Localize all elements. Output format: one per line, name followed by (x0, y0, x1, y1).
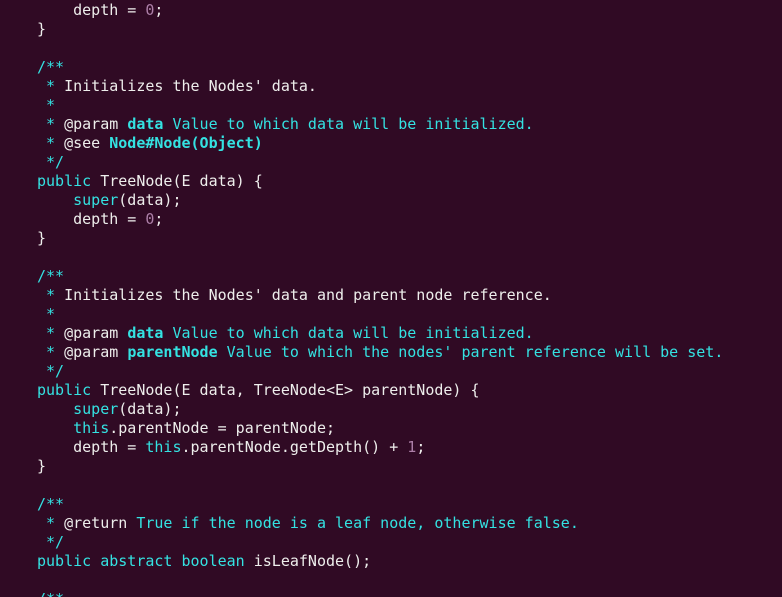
code-token: Node#Node(Object) (109, 134, 263, 152)
code-token: * (37, 77, 65, 95)
code-token: /** (37, 590, 64, 597)
code-line: * @param parentNode Value to which the n… (0, 343, 782, 362)
code-token: @param (64, 324, 119, 342)
code-token: @see (64, 134, 101, 152)
code-token: Value to which data will be initialized. (163, 324, 534, 342)
code-token: * (37, 305, 56, 323)
code-token: data (127, 324, 164, 342)
code-token: * (37, 324, 65, 342)
code-token: ; (416, 438, 426, 456)
code-token: TreeNode(E data, TreeNode<E> parentNode)… (91, 381, 480, 399)
code-editor[interactable]: depth = 0;} /** * Initializes the Nodes' … (0, 0, 782, 597)
code-token: this (73, 419, 110, 437)
code-token: /** (37, 267, 65, 285)
code-line: depth = 0; (0, 210, 782, 229)
code-token: 1 (407, 438, 417, 456)
code-line: public TreeNode(E data, TreeNode<E> pare… (0, 381, 782, 400)
code-token: public (37, 552, 92, 570)
code-token: * (37, 343, 65, 361)
code-token: TreeNode(E data) { (91, 172, 263, 190)
code-token: /** (37, 58, 65, 76)
code-token: * (37, 286, 65, 304)
code-token: */ (37, 153, 65, 171)
code-line: */ (0, 153, 782, 172)
code-line: this.parentNode = parentNode; (0, 419, 782, 438)
code-token: True if the node is a leaf node, otherwi… (127, 514, 579, 532)
code-token: Initializes the Nodes' data. (64, 77, 317, 95)
code-line: } (0, 457, 782, 476)
code-token: @return (64, 514, 128, 532)
code-token: */ (37, 362, 65, 380)
code-token: depth = (37, 438, 146, 456)
code-token: depth = (37, 1, 146, 19)
code-token: @param (64, 115, 119, 133)
code-line: * @return True if the node is a leaf nod… (0, 514, 782, 533)
code-token: isLeafNode(); (244, 552, 372, 570)
code-line: public TreeNode(E data) { (0, 172, 782, 191)
code-token: this (145, 438, 182, 456)
code-token: ; (154, 210, 164, 228)
code-token: super (73, 191, 119, 209)
code-token: depth = (37, 210, 146, 228)
code-line: * (0, 96, 782, 115)
code-token: @param (64, 343, 119, 361)
code-token: Value to which the nodes' parent referen… (217, 343, 724, 361)
code-line: * (0, 305, 782, 324)
code-line: } (0, 20, 782, 39)
code-token: public (37, 172, 92, 190)
code-line: * @param data Value to which data will b… (0, 324, 782, 343)
code-line: super(data); (0, 191, 782, 210)
code-token: Value to which data will be initialized. (163, 115, 534, 133)
code-token: (data); (118, 191, 182, 209)
code-line: */ (0, 362, 782, 381)
code-token: */ (37, 533, 65, 551)
code-line: public abstract boolean isLeafNode(); (0, 552, 782, 571)
code-token: * (37, 115, 65, 133)
code-line: * @see Node#Node(Object) (0, 134, 782, 153)
code-token: super (73, 400, 119, 418)
code-line: /** (0, 495, 782, 514)
code-token: data (127, 115, 164, 133)
code-token: Initializes the Nodes' data and parent n… (64, 286, 552, 304)
code-token: * (37, 96, 56, 114)
code-token: } (37, 229, 47, 247)
code-token: (data); (118, 400, 182, 418)
code-line: depth = this.parentNode.getDepth() + 1; (0, 438, 782, 457)
code-line: depth = 0; (0, 1, 782, 20)
code-line: /** (0, 590, 782, 597)
code-line: * Initializes the Nodes' data and parent… (0, 286, 782, 305)
code-token: } (37, 457, 47, 475)
code-token: } (37, 20, 47, 38)
code-token: * (37, 514, 65, 532)
code-token: .parentNode = parentNode; (109, 419, 336, 437)
code-token: * (37, 134, 65, 152)
code-line: /** (0, 58, 782, 77)
code-token: ; (154, 1, 164, 19)
code-line: super(data); (0, 400, 782, 419)
code-token: abstract (100, 552, 173, 570)
code-line: /** (0, 267, 782, 286)
code-line: } (0, 229, 782, 248)
code-line: * @param data Value to which data will b… (0, 115, 782, 134)
code-token: parentNode (127, 343, 218, 361)
code-token: boolean (181, 552, 245, 570)
code-line: * Initializes the Nodes' data. (0, 77, 782, 96)
code-token: public (37, 381, 92, 399)
code-line: */ (0, 533, 782, 552)
code-token: /** (37, 495, 65, 513)
code-token: .parentNode.getDepth() + (181, 438, 408, 456)
